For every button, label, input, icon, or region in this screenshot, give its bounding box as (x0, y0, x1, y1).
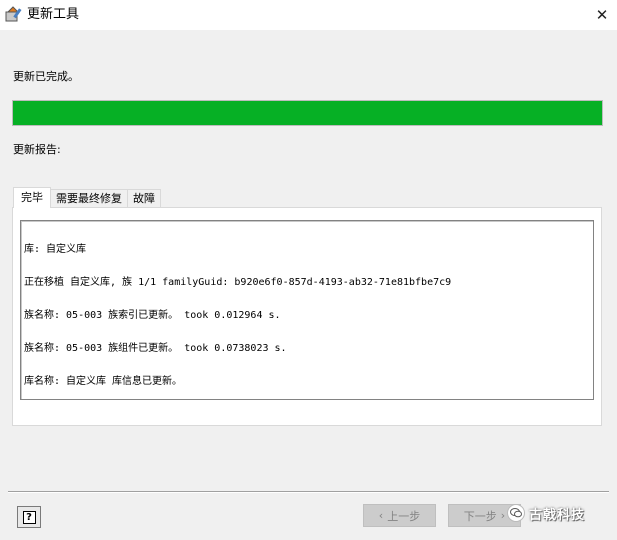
chevron-left-icon: ‹ (378, 509, 384, 522)
tab-completed[interactable]: 完毕 (13, 187, 51, 208)
update-report-log[interactable]: 库: 自定义库 正在移植 自定义库, 族 1/1 familyGuid: b92… (20, 220, 594, 400)
progress-bar-fill (13, 101, 602, 125)
log-line: 库名称: 自定义库 库信息已更新。 (24, 376, 183, 387)
tab-needs-final-fix[interactable]: 需要最终修复 (50, 189, 128, 208)
help-icon: ? (22, 510, 36, 524)
progress-bar (12, 100, 603, 126)
watermark-text: 古戟科技 (529, 507, 586, 523)
log-line: 库: 自定义库 (24, 244, 87, 255)
footer-separator (8, 491, 609, 493)
close-button[interactable]: ✕ (587, 0, 617, 30)
tab-panel: 库: 自定义库 正在移植 自定义库, 族 1/1 familyGuid: b92… (12, 207, 602, 426)
next-step-label: 下一步 (463, 509, 497, 523)
previous-step-label: 上一步 (387, 509, 421, 523)
chevron-right-icon: › (500, 509, 506, 522)
close-icon: ✕ (595, 6, 609, 24)
report-label: 更新报告: (13, 143, 61, 156)
window-title: 更新工具 (27, 7, 80, 22)
update-tool-app-icon (5, 6, 22, 22)
status-message: 更新已完成。 (13, 70, 79, 83)
help-button[interactable]: ? (17, 506, 41, 528)
watermark: 古戟科技 (507, 501, 585, 525)
wechat-icon (507, 504, 525, 522)
log-line: 正在移植 自定义库, 族 1/1 familyGuid: b920e6f0-85… (24, 277, 452, 288)
previous-step-button[interactable]: ‹ 上一步 (363, 504, 436, 527)
log-line: 族名称: 05-003 族组件已更新。 took 0.0738023 s. (24, 343, 287, 354)
report-tabs: 完毕 需要最终修复 故障 (13, 187, 161, 208)
log-line: 族名称: 05-003 族索引已更新。 took 0.012964 s. (24, 310, 281, 321)
tab-failures[interactable]: 故障 (127, 189, 161, 208)
title-bar: 更新工具 ✕ (0, 0, 617, 30)
